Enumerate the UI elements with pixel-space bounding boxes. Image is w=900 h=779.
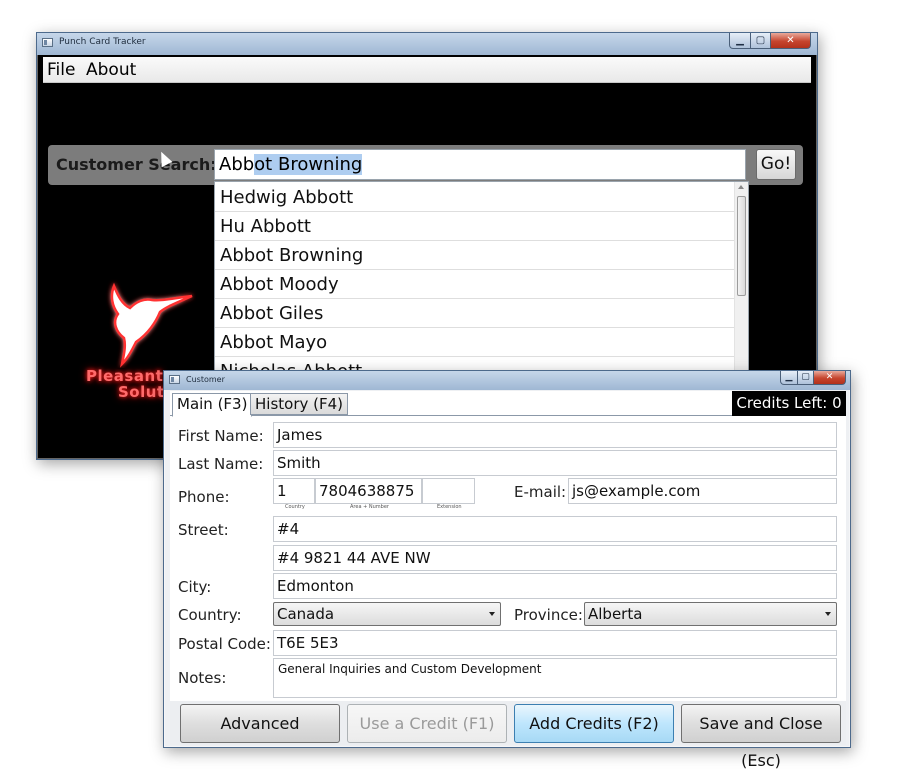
minimize-button[interactable]: ▁ — [729, 33, 751, 49]
last-name-field[interactable]: Smith — [273, 450, 837, 476]
main-window-title: Punch Card Tracker — [59, 37, 146, 47]
first-name-field[interactable]: James — [273, 422, 837, 448]
customer-search-label: Customer Search: — [56, 155, 217, 174]
last-name-label: Last Name: — [178, 455, 264, 473]
hummingbird-logo-icon — [110, 282, 193, 368]
menu-file[interactable]: File — [47, 60, 75, 80]
list-item[interactable]: Abbot Giles — [215, 299, 735, 328]
add-credits-button[interactable]: Add Credits (F2) — [514, 704, 674, 743]
app-icon — [42, 38, 53, 47]
search-results-list[interactable]: Hedwig Abbott Hu Abbott Abbot Browning A… — [214, 181, 749, 371]
maximize-icon: ▢ — [801, 372, 810, 382]
country-value: Canada — [277, 605, 335, 623]
advanced-button[interactable]: Advanced — [180, 704, 340, 743]
province-select[interactable]: Alberta — [584, 602, 837, 626]
phone-number-field[interactable]: 7804638875 — [315, 478, 422, 504]
postal-code-label: Postal Code: — [178, 635, 271, 653]
list-item[interactable]: Hu Abbott — [215, 212, 735, 241]
customer-form-panel: Main (F3) History (F4) Credits Left: 0 F… — [170, 391, 846, 703]
notes-field[interactable]: General Inquiries and Custom Development — [273, 658, 837, 698]
street-label: Street: — [178, 521, 229, 539]
brand-line-2: Soluti — [118, 383, 171, 401]
maximize-icon: ▢ — [755, 34, 766, 46]
country-label: Country: — [178, 606, 242, 624]
customer-minimize-button[interactable]: ▁ — [780, 371, 798, 385]
phone-country-field[interactable]: 1 — [273, 478, 315, 504]
list-item[interactable]: Abbot Mayo — [215, 328, 735, 357]
city-field[interactable]: Edmonton — [273, 573, 837, 599]
scroll-up-icon[interactable] — [738, 185, 744, 189]
notes-label: Notes: — [178, 669, 227, 687]
province-value: Alberta — [588, 605, 643, 623]
list-item[interactable]: Abbot Browning — [215, 241, 735, 270]
brand-line-1: Pleasant — [86, 367, 164, 385]
customer-app-icon — [169, 375, 180, 384]
brand-name: Pleasant Soluti — [86, 368, 170, 400]
street-line-1-field[interactable]: #4 — [273, 516, 837, 542]
tab-strip: Main (F3) History (F4) Credits Left: 0 — [170, 391, 846, 417]
use-credit-button[interactable]: Use a Credit (F1) — [347, 704, 507, 743]
email-label: E-mail: — [514, 483, 567, 501]
scroll-thumb[interactable] — [737, 196, 746, 296]
city-label: City: — [178, 578, 212, 596]
results-scrollbar[interactable] — [734, 182, 748, 370]
list-item[interactable]: Hedwig Abbott — [215, 183, 735, 212]
close-button[interactable]: ✕ — [771, 33, 811, 49]
menu-about[interactable]: About — [86, 60, 136, 80]
tab-main[interactable]: Main (F3) — [172, 393, 253, 417]
customer-maximize-button[interactable]: ▢ — [798, 371, 814, 385]
phone-number-caption: Area + Number — [350, 504, 389, 510]
customer-titlebar[interactable]: Customer ▁ ▢ ✕ — [164, 371, 850, 390]
province-label: Province: — [514, 606, 583, 624]
chevron-down-icon — [489, 612, 495, 616]
save-and-close-button[interactable]: Save and Close (Esc) — [681, 704, 841, 770]
country-select[interactable]: Canada — [273, 602, 501, 626]
close-icon: ✕ — [786, 34, 795, 46]
phone-extension-caption: Extension — [437, 504, 462, 510]
phone-label: Phone: — [178, 488, 230, 506]
chevron-down-icon — [825, 612, 831, 616]
button-bar: Advanced Use a Credit (F1) Add Credits (… — [170, 701, 846, 770]
phone-country-caption: Country — [285, 504, 305, 510]
minimize-icon: ▁ — [785, 372, 793, 382]
email-field[interactable]: js@example.com — [568, 478, 837, 504]
search-autocomplete-selection: ot Browning — [254, 154, 363, 175]
customer-window-title: Customer — [186, 375, 225, 384]
customer-window: Customer ▁ ▢ ✕ Main (F3) History (F4) Cr… — [163, 370, 851, 770]
street-line-2-field[interactable]: #4 9821 44 AVE NW — [273, 545, 837, 571]
tab-history[interactable]: History (F4) — [250, 393, 349, 415]
go-button[interactable]: Go! — [756, 149, 796, 180]
maximize-button[interactable]: ▢ — [751, 33, 771, 49]
postal-code-field[interactable]: T6E 5E3 — [273, 630, 837, 656]
customer-close-button[interactable]: ✕ — [814, 371, 846, 385]
phone-extension-field[interactable] — [422, 478, 475, 504]
customer-search-input[interactable]: Abbot Browning — [214, 149, 746, 180]
minimize-icon: ▁ — [736, 34, 744, 46]
credits-left-badge: Credits Left: 0 — [732, 391, 846, 416]
search-typed-text: Abb — [219, 154, 255, 175]
menu-bar: File About — [43, 57, 811, 83]
main-titlebar[interactable]: Punch Card Tracker ▁ ▢ ✕ — [37, 33, 817, 55]
first-name-label: First Name: — [178, 427, 264, 445]
list-item[interactable]: Nicholas Abbott — [215, 357, 735, 370]
list-item[interactable]: Abbot Moody — [215, 270, 735, 299]
close-icon: ✕ — [825, 372, 834, 382]
